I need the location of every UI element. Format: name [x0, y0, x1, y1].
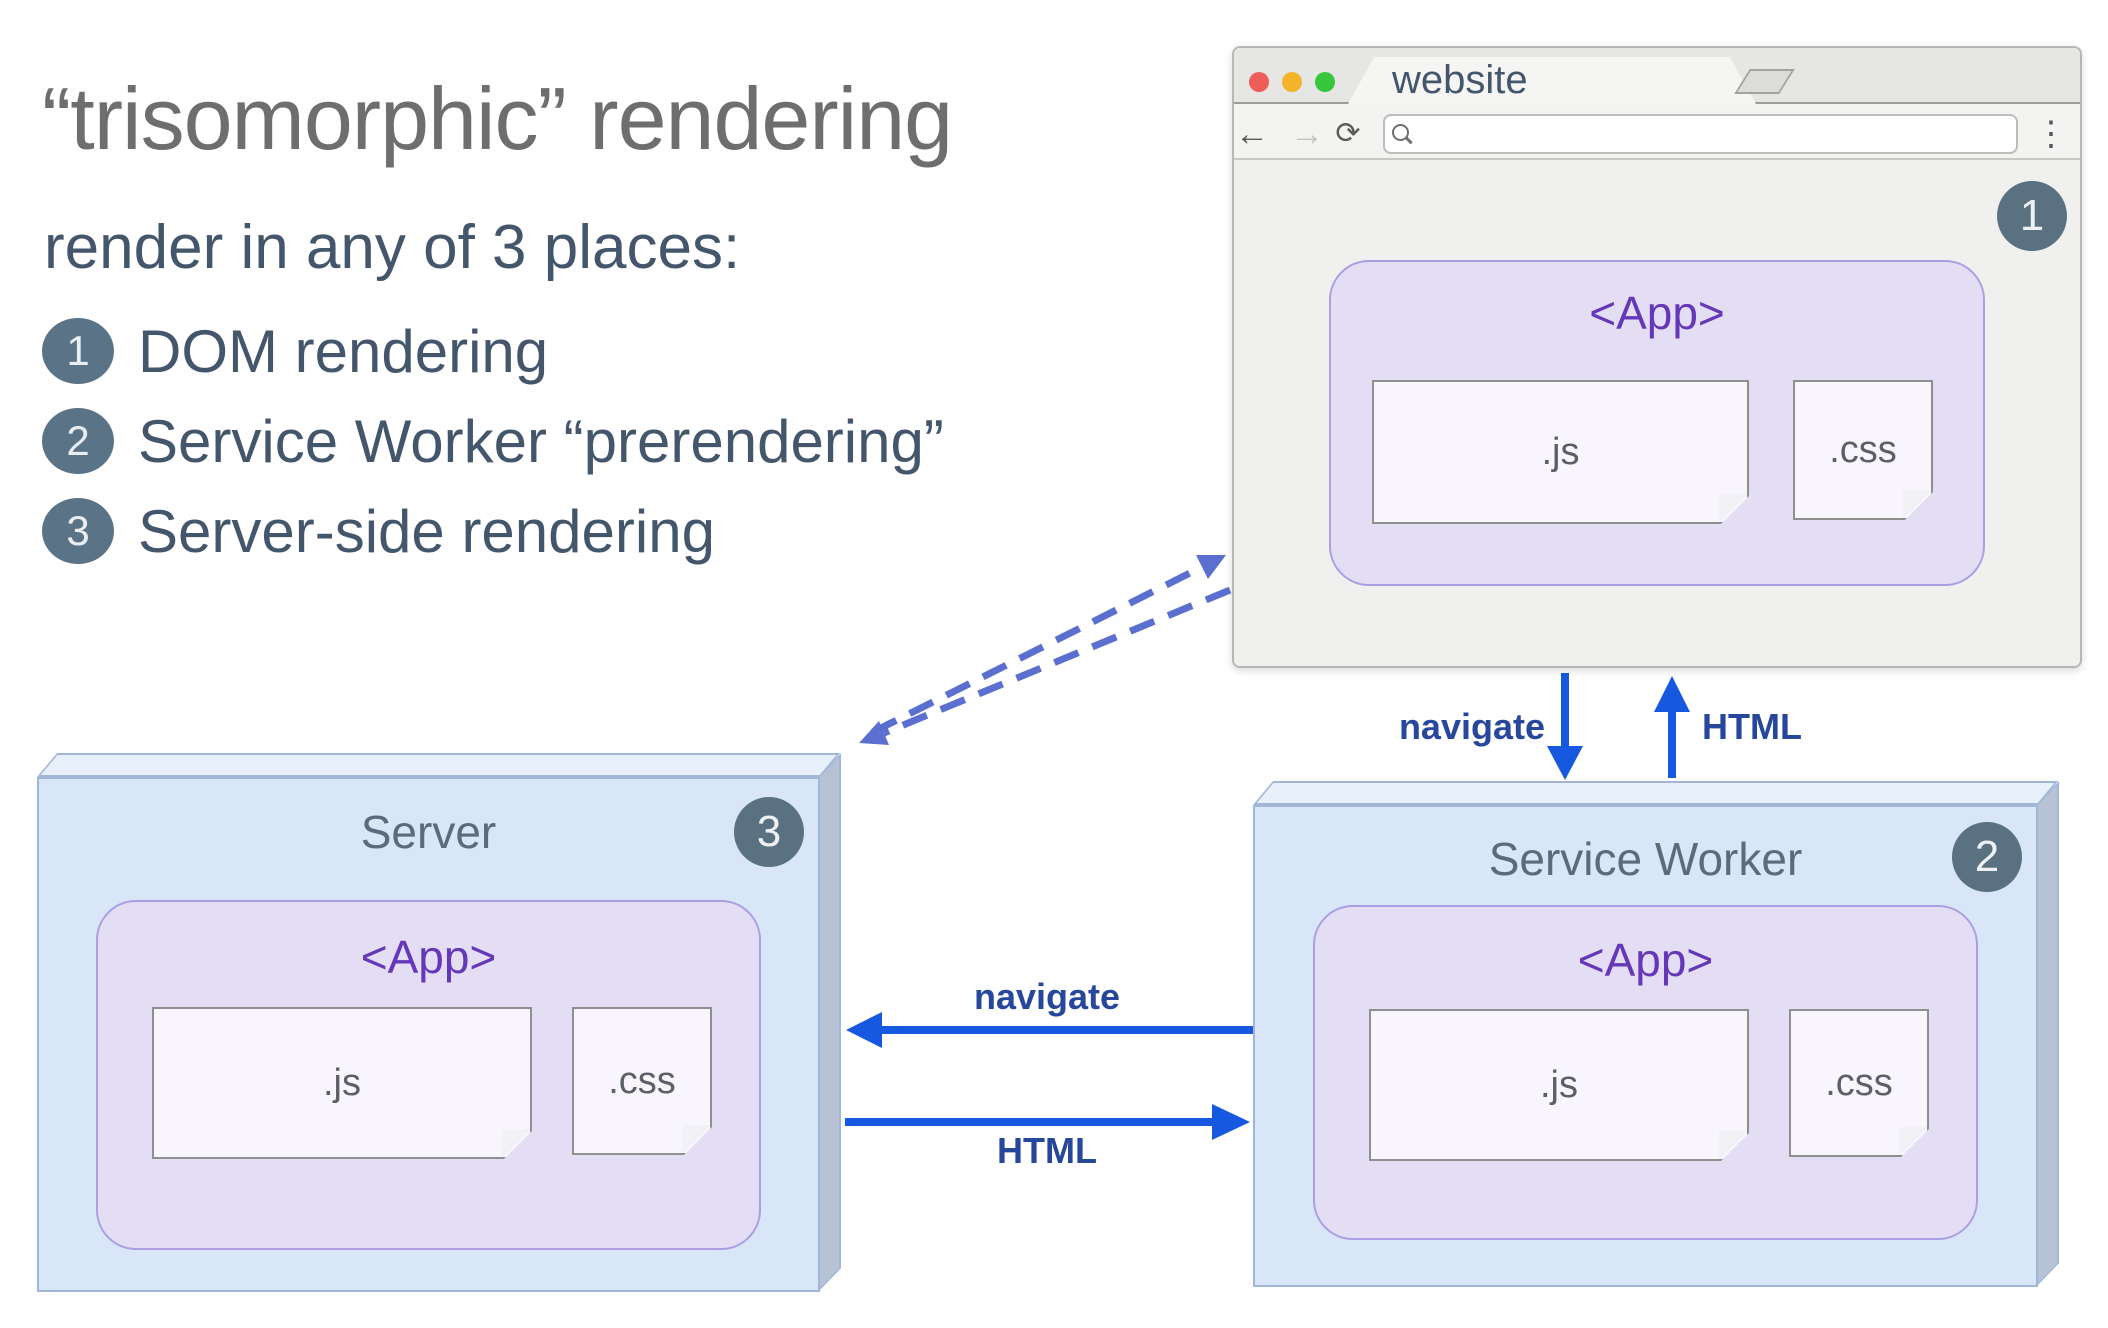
browser-viewport: 1 <App> .js .css [1234, 160, 2080, 666]
dashed-arrow-browser-to-server [859, 586, 1232, 745]
service-worker-box-top-face [1253, 781, 2059, 805]
page-fold-corner [1899, 1127, 1927, 1155]
js-file-page: .js [152, 1007, 532, 1159]
step-badge-1: 1 [1997, 181, 2067, 251]
step-badge-3: 3 [734, 797, 804, 867]
page-fold-corner [502, 1129, 530, 1157]
css-file-label: .css [608, 1059, 676, 1102]
page-subtitle: render in any of 3 places: [44, 213, 741, 282]
reload-icon[interactable]: ⟳ [1330, 114, 1366, 154]
app-label: <App> [1589, 287, 1725, 339]
page-fold-corner [682, 1125, 710, 1153]
css-file-page: .css [1789, 1009, 1929, 1157]
server-box-side-face [818, 753, 841, 1292]
new-tab-button[interactable] [1734, 69, 1795, 94]
css-file-page: .css [1793, 380, 1933, 520]
page-fold-corner [1903, 490, 1931, 518]
list-number-badge: 2 [42, 408, 114, 474]
navigate-label-vertical: navigate [1398, 706, 1545, 747]
page-fold-corner [1719, 494, 1747, 522]
arrow-navigate-down [1547, 673, 1583, 780]
js-file-label: .js [323, 1061, 361, 1104]
html-label-vertical: HTML [1702, 706, 1802, 747]
css-file-label: .css [1825, 1061, 1893, 1104]
list-number-badge: 3 [42, 498, 114, 564]
css-file-page: .css [572, 1007, 712, 1155]
server-title: Server [360, 806, 497, 858]
js-file-label: .js [1540, 1063, 1578, 1106]
list-item: 3 Server-side rendering [42, 495, 715, 567]
server-app-box: <App> .js .css [96, 900, 761, 1250]
list-item-label: DOM rendering [138, 317, 549, 385]
traffic-light-close-icon[interactable] [1249, 72, 1269, 92]
navigate-label-horizontal: navigate [973, 976, 1121, 1017]
browser-menu-icon[interactable]: ⋮ [2034, 110, 2068, 158]
html-label-horizontal: HTML [997, 1130, 1097, 1171]
server-box-top-face [37, 753, 841, 777]
browser-tab-website[interactable]: website [1348, 57, 1756, 104]
app-label: <App> [360, 931, 497, 983]
service-worker-app-box: <App> .js .css [1313, 905, 1978, 1240]
tab-title: website [1392, 58, 1528, 102]
traffic-light-maximize-icon[interactable] [1315, 72, 1335, 92]
browser-app-box: <App> .js .css [1329, 260, 1985, 586]
dashed-arrow-server-to-browser [871, 555, 1226, 736]
server-box: Server 3 <App> .js .css [37, 753, 841, 1292]
js-file-page: .js [1372, 380, 1749, 524]
page-fold-corner [1719, 1131, 1747, 1159]
traffic-light-minimize-icon[interactable] [1282, 72, 1302, 92]
list-item-label: Server-side rendering [138, 497, 715, 565]
browser-tab-bar: website [1234, 48, 2080, 104]
trisomorphic-rendering-diagram: “trisomorphic” rendering render in any o… [0, 0, 2108, 1328]
back-icon[interactable]: ← [1234, 114, 1270, 154]
service-worker-title: Service Worker [1488, 833, 1803, 885]
step-badge-2: 2 [1952, 822, 2022, 892]
list-item: 2 Service Worker “prerendering” [42, 405, 944, 477]
service-worker-box: Service Worker 2 <App> .js .css [1253, 781, 2059, 1287]
list-item-label: Service Worker “prerendering” [138, 407, 944, 475]
forward-icon[interactable]: → [1289, 114, 1325, 154]
browser-window: website ← → ⟳ ⋮ 1 <App> .js .css [1232, 46, 2082, 668]
js-file-label: .js [1541, 430, 1580, 473]
list-item: 1 DOM rendering [42, 315, 548, 387]
js-file-page: .js [1369, 1009, 1749, 1161]
service-worker-box-side-face [2036, 781, 2059, 1287]
url-input[interactable] [1383, 114, 2018, 154]
app-label: <App> [1577, 934, 1714, 986]
page-title: “trisomorphic” rendering [42, 69, 953, 168]
arrow-html-up [1654, 676, 1690, 778]
list-number-badge: 1 [42, 318, 114, 384]
css-file-label: .css [1829, 428, 1897, 471]
